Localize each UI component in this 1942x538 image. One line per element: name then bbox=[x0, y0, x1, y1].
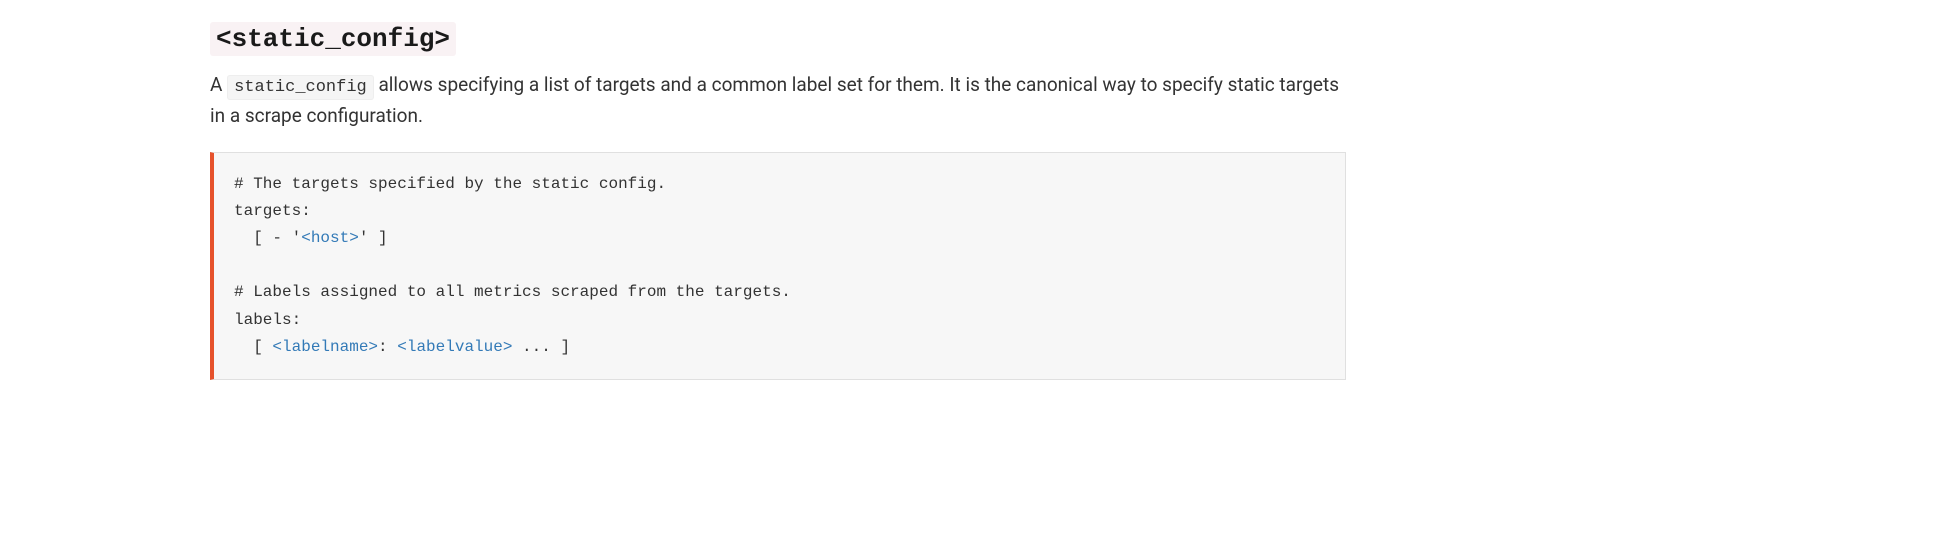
description-code: static_config bbox=[227, 75, 374, 100]
section-heading: <static_config> bbox=[210, 20, 1346, 54]
heading-code: <static_config> bbox=[210, 22, 456, 56]
section-description: A static_config allows specifying a list… bbox=[210, 70, 1346, 132]
code-line-2: targets: bbox=[234, 202, 311, 220]
description-suffix: allows specifying a list of targets and … bbox=[210, 73, 1339, 127]
code-link-host[interactable]: <host> bbox=[301, 229, 359, 247]
documentation-section: <static_config> A static_config allows s… bbox=[190, 20, 1366, 380]
code-line-7-suffix: ... ] bbox=[512, 338, 570, 356]
code-line-7-mid: : bbox=[378, 338, 397, 356]
code-line-3-prefix: [ - ' bbox=[234, 229, 301, 247]
code-comment-2: # Labels assigned to all metrics scraped… bbox=[234, 283, 791, 301]
code-line-6: labels: bbox=[234, 311, 301, 329]
code-link-labelvalue[interactable]: <labelvalue> bbox=[397, 338, 512, 356]
code-comment-1: # The targets specified by the static co… bbox=[234, 175, 666, 193]
description-prefix: A bbox=[210, 73, 227, 96]
code-block: # The targets specified by the static co… bbox=[210, 152, 1346, 380]
code-link-labelname[interactable]: <labelname> bbox=[272, 338, 378, 356]
code-line-3-suffix: ' ] bbox=[359, 229, 388, 247]
code-line-7-prefix: [ bbox=[234, 338, 272, 356]
